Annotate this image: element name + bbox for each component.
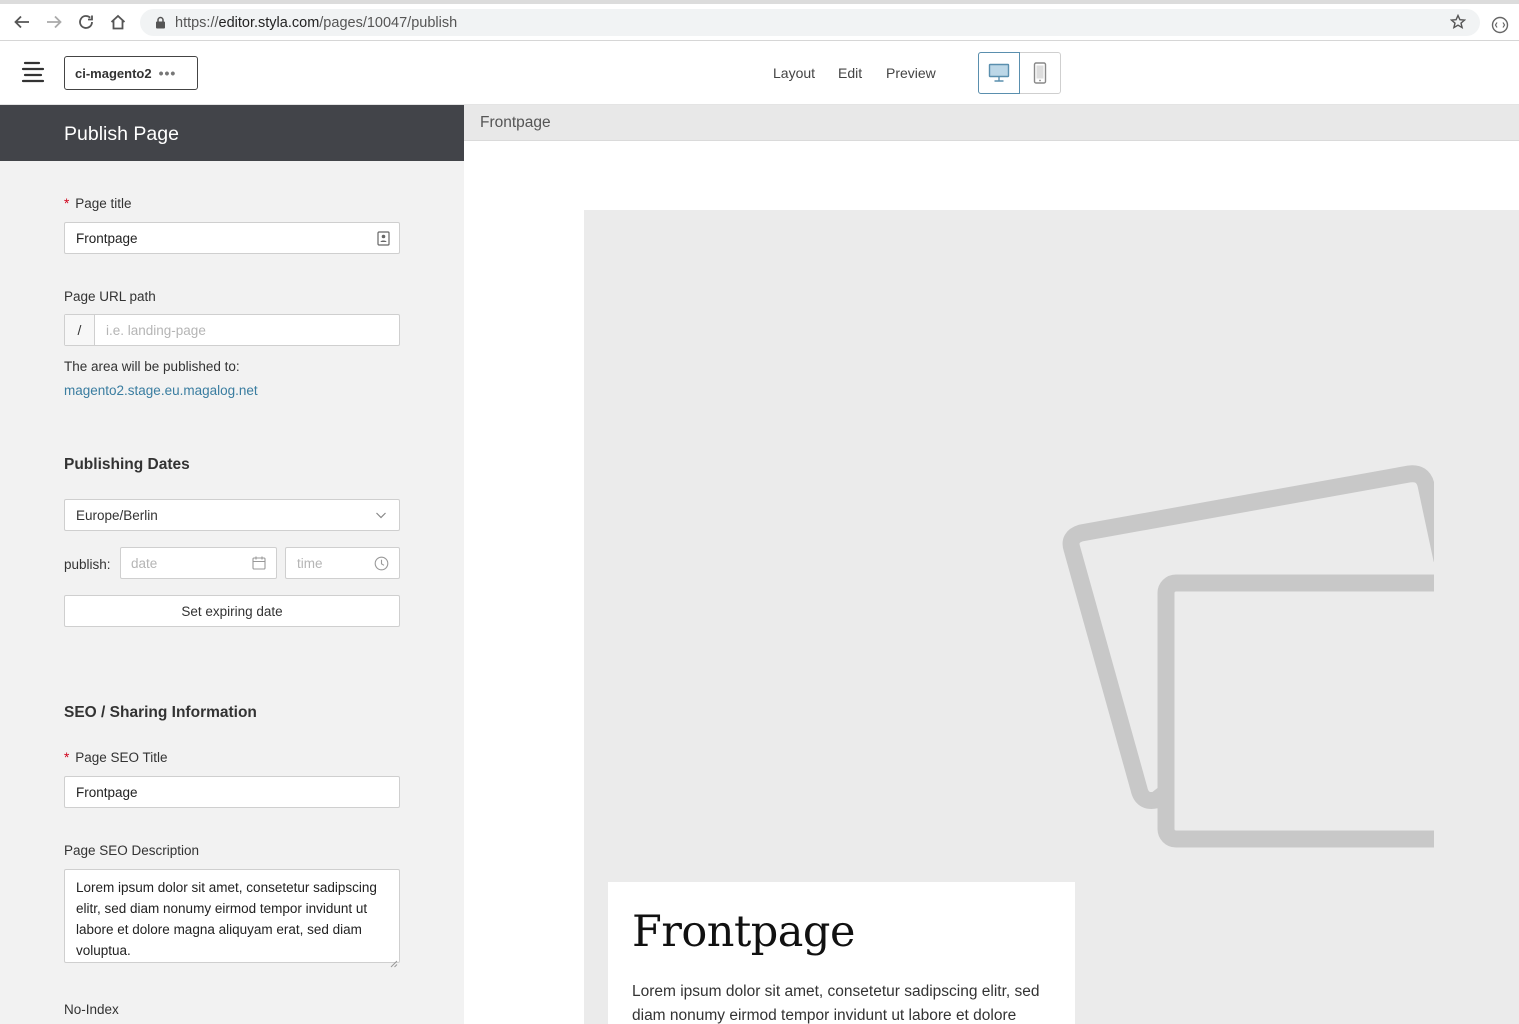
required-marker: * xyxy=(64,196,70,211)
set-expiring-date-button[interactable]: Set expiring date xyxy=(64,595,400,627)
back-icon[interactable] xyxy=(12,12,32,32)
url-prefix: / xyxy=(65,315,95,345)
url-path-label: Page URL path xyxy=(64,289,156,304)
mobile-icon xyxy=(1033,62,1046,84)
desktop-icon xyxy=(988,63,1009,82)
mobile-view-button[interactable] xyxy=(1020,53,1061,93)
desktop-view-button[interactable] xyxy=(978,52,1020,94)
lock-icon xyxy=(153,16,167,30)
url-path-input[interactable]: / i.e. landing-page xyxy=(64,314,400,346)
seo-description-textarea[interactable]: Lorem ipsum dolor sit amet, consetetur s… xyxy=(64,869,400,968)
bookmark-star-icon[interactable] xyxy=(1449,13,1467,35)
seo-heading: SEO / Sharing Information xyxy=(64,704,257,721)
url-text: https://editor.styla.com/pages/10047/pub… xyxy=(175,14,458,31)
home-icon[interactable] xyxy=(108,12,128,32)
device-toggle xyxy=(978,52,1061,94)
url-path-placeholder: i.e. landing-page xyxy=(106,322,206,338)
workspace-name: ci-magento2 xyxy=(75,65,152,81)
forward-icon[interactable] xyxy=(44,12,64,32)
page-title-input[interactable]: Frontpage xyxy=(64,222,400,254)
nav-preview[interactable]: Preview xyxy=(886,65,936,81)
publish-label: publish: xyxy=(64,557,111,572)
required-marker: * xyxy=(64,750,70,765)
extension-icon[interactable] xyxy=(1491,16,1509,39)
seo-title-input[interactable]: Frontpage xyxy=(64,776,400,808)
publish-info-text: The area will be published to: xyxy=(64,359,240,374)
teaser-body: Lorem ipsum dolor sit amet, consetetur s… xyxy=(632,983,1040,1024)
teaser-card: Frontpage Lorem ipsum dolor sit amet, co… xyxy=(608,882,1075,1024)
page-title-label: * Page title xyxy=(64,196,132,211)
chevron-down-icon xyxy=(375,509,387,524)
teaser-title: Frontpage xyxy=(632,907,855,957)
publish-sidebar: Publish Page * Page title Frontpage Page … xyxy=(0,105,464,1024)
seo-description-label: Page SEO Description xyxy=(64,843,200,858)
publish-domain-link[interactable]: magento2.stage.eu.magalog.net xyxy=(64,383,258,398)
workspace-selector-button[interactable]: ci-magento2 ••• xyxy=(64,56,198,90)
nav-edit[interactable]: Edit xyxy=(838,65,862,81)
calendar-icon xyxy=(252,556,266,573)
reload-icon[interactable] xyxy=(76,12,96,32)
hamburger-menu-icon[interactable] xyxy=(20,60,46,86)
sidebar-title: Publish Page xyxy=(0,105,464,161)
page-preview: Frontpage Frontpage Lorem ipsum dolor si… xyxy=(464,105,1519,1024)
app-header: ci-magento2 ••• Layout Edit Preview xyxy=(0,41,1519,105)
clock-icon xyxy=(374,556,389,574)
preview-page-title: Frontpage xyxy=(464,105,1519,141)
contact-card-icon xyxy=(377,231,390,249)
publishing-dates-heading: Publishing Dates xyxy=(64,456,190,473)
nav-layout[interactable]: Layout xyxy=(773,65,815,81)
timezone-select[interactable]: Europe/Berlin xyxy=(64,499,400,531)
more-options-icon: ••• xyxy=(158,65,177,81)
seo-title-label: * Page SEO Title xyxy=(64,750,168,765)
browser-toolbar: https://editor.styla.com/pages/10047/pub… xyxy=(0,0,1519,41)
address-bar[interactable]: https://editor.styla.com/pages/10047/pub… xyxy=(140,9,1480,36)
image-placeholder-icon xyxy=(964,465,1519,860)
noindex-label: No-Index xyxy=(64,1002,119,1017)
publish-time-input[interactable]: time xyxy=(285,547,400,579)
resize-handle-icon[interactable] xyxy=(390,953,398,968)
publish-date-input[interactable]: date xyxy=(120,547,277,579)
